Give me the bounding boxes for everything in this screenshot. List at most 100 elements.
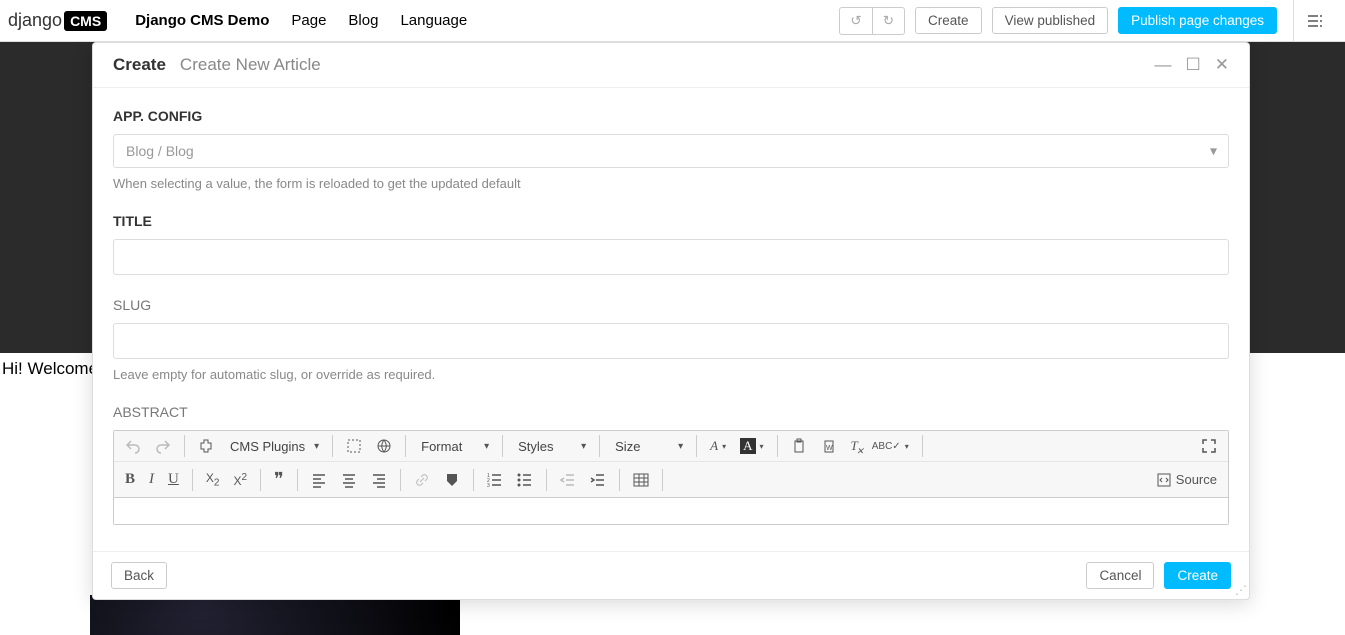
- separator: [662, 469, 663, 491]
- paste-icon[interactable]: [786, 435, 812, 457]
- back-button[interactable]: Back: [111, 562, 167, 589]
- modal-subtitle: Create New Article: [180, 55, 321, 75]
- slug-input[interactable]: [113, 323, 1229, 359]
- history-group: ↺ ↻: [839, 7, 905, 35]
- italic-icon[interactable]: I: [144, 468, 159, 491]
- text-color-icon[interactable]: A▾: [705, 435, 731, 457]
- create-button[interactable]: Create: [915, 7, 982, 34]
- svg-text:3: 3: [487, 483, 490, 488]
- separator: [599, 435, 600, 457]
- svg-text:W: W: [826, 445, 833, 452]
- maximize-editor-icon[interactable]: [1196, 435, 1222, 457]
- app-config-label: App. Config: [113, 108, 1229, 124]
- align-center-icon[interactable]: [336, 469, 362, 491]
- separator: [184, 435, 185, 457]
- blockquote-icon[interactable]: ❞: [269, 466, 289, 493]
- abstract-textarea[interactable]: [114, 498, 1228, 524]
- view-published-button[interactable]: View published: [992, 7, 1109, 34]
- logo[interactable]: djangoCMS: [0, 10, 117, 31]
- source-label: Source: [1176, 472, 1217, 487]
- paste-word-icon[interactable]: W: [816, 435, 842, 457]
- bg-color-icon[interactable]: A▾: [735, 435, 768, 457]
- top-right: ↺ ↻ Create View published Publish page c…: [839, 0, 1345, 42]
- logo-text: django: [8, 10, 62, 31]
- styles-select[interactable]: Styles: [511, 436, 591, 457]
- source-button[interactable]: Source: [1151, 469, 1222, 491]
- remove-format-icon[interactable]: T✕: [846, 435, 863, 457]
- source-icon: [1156, 472, 1172, 488]
- editor-redo-icon[interactable]: [150, 435, 176, 457]
- bold-icon[interactable]: B: [120, 468, 140, 491]
- app-config-help: When selecting a value, the form is relo…: [113, 176, 1229, 191]
- editor-row-1-right: [1196, 435, 1222, 457]
- minimize-icon[interactable]: —: [1155, 55, 1172, 75]
- unordered-list-icon[interactable]: [512, 469, 538, 491]
- abstract-editor: CMS Plugins Format Styles Size A▾ A▾: [113, 430, 1229, 525]
- editor-toolbar: CMS Plugins Format Styles Size A▾ A▾: [114, 431, 1228, 498]
- link-icon[interactable]: [409, 469, 435, 491]
- page-thumbnail: [90, 595, 460, 635]
- editor-row-2-right: Source: [1151, 469, 1222, 491]
- separator: [546, 469, 547, 491]
- sidebar-toggle[interactable]: [1293, 0, 1335, 42]
- field-slug: Slug Leave empty for automatic slug, or …: [113, 297, 1229, 382]
- subscript-icon[interactable]: X2: [201, 468, 225, 491]
- nav-site-name[interactable]: Django CMS Demo: [135, 12, 269, 29]
- nav-page[interactable]: Page: [291, 12, 326, 29]
- top-toolbar: djangoCMS Django CMS Demo Page Blog Lang…: [0, 0, 1345, 42]
- size-select[interactable]: Size: [608, 436, 688, 457]
- menu-icon: [1307, 13, 1323, 29]
- globe-icon[interactable]: [371, 435, 397, 457]
- superscript-icon[interactable]: X2: [228, 469, 252, 491]
- editor-row-2: B I U X2 X2 ❞: [114, 461, 1228, 497]
- format-select[interactable]: Format: [414, 436, 494, 457]
- modal-footer: Back Cancel Create ⋰: [93, 551, 1249, 599]
- cms-plugins-icon[interactable]: [193, 435, 219, 457]
- maximize-icon[interactable]: ☐: [1186, 55, 1201, 75]
- modal-header: Create Create New Article — ☐ ✕: [93, 43, 1249, 88]
- resize-grip-icon[interactable]: ⋰: [1235, 583, 1247, 597]
- underline-icon[interactable]: U: [163, 468, 184, 491]
- modal-window-controls: — ☐ ✕: [1155, 55, 1230, 75]
- publish-button[interactable]: Publish page changes: [1118, 7, 1277, 34]
- separator: [332, 435, 333, 457]
- field-app-config: App. Config Blog / Blog ▾ When selecting…: [113, 108, 1229, 191]
- nav-blog[interactable]: Blog: [348, 12, 378, 29]
- field-title: Title: [113, 213, 1229, 275]
- align-left-icon[interactable]: [306, 469, 332, 491]
- separator: [297, 469, 298, 491]
- separator: [405, 435, 406, 457]
- separator: [192, 469, 193, 491]
- outdent-icon[interactable]: [555, 469, 581, 491]
- chevron-down-icon: ▾: [1210, 143, 1217, 160]
- table-icon[interactable]: [628, 469, 654, 491]
- app-config-select[interactable]: Blog / Blog ▾: [113, 134, 1229, 168]
- modal-title: Create: [113, 55, 166, 75]
- separator: [922, 435, 923, 457]
- close-icon[interactable]: ✕: [1215, 55, 1229, 75]
- field-abstract: Abstract CMS Plugins Format: [113, 404, 1229, 525]
- top-nav: Django CMS Demo Page Blog Language: [135, 12, 467, 29]
- cancel-button[interactable]: Cancel: [1086, 562, 1154, 589]
- separator: [777, 435, 778, 457]
- modal-body[interactable]: App. Config Blog / Blog ▾ When selecting…: [93, 88, 1249, 551]
- cms-plugins-select[interactable]: CMS Plugins: [223, 436, 324, 457]
- nav-language[interactable]: Language: [400, 12, 467, 29]
- spellcheck-icon[interactable]: ABC✓▾: [867, 435, 914, 457]
- modal-create-button[interactable]: Create: [1164, 562, 1231, 589]
- align-right-icon[interactable]: [366, 469, 392, 491]
- redo-button[interactable]: ↻: [872, 7, 905, 35]
- ordered-list-icon[interactable]: 123: [482, 469, 508, 491]
- separator: [696, 435, 697, 457]
- title-input[interactable]: [113, 239, 1229, 275]
- separator: [400, 469, 401, 491]
- editor-undo-icon[interactable]: [120, 435, 146, 457]
- select-all-icon[interactable]: [341, 435, 367, 457]
- separator: [619, 469, 620, 491]
- undo-button[interactable]: ↺: [839, 7, 871, 35]
- anchor-icon[interactable]: [439, 469, 465, 491]
- editor-row-1: CMS Plugins Format Styles Size A▾ A▾: [114, 431, 1228, 461]
- separator: [473, 469, 474, 491]
- slug-label: Slug: [113, 297, 1229, 313]
- indent-icon[interactable]: [585, 469, 611, 491]
